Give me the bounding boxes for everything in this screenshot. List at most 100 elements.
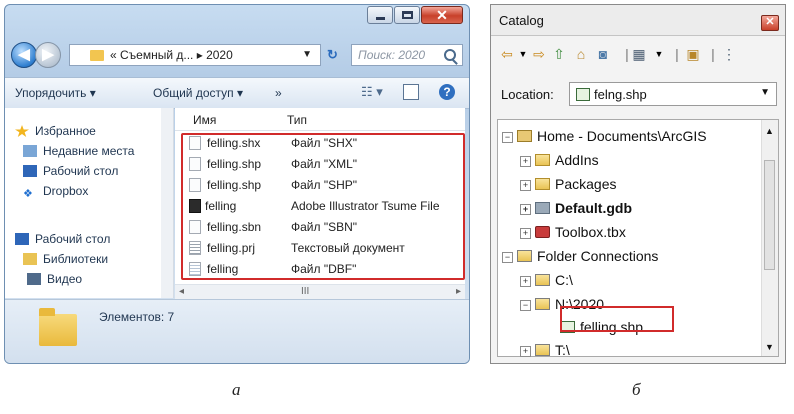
scroll-down-icon[interactable]: ▼ [765,342,774,352]
forward-button[interactable]: ▶ [35,42,61,68]
column-name[interactable]: Имя [193,113,216,127]
scroll-left-icon[interactable]: ◂ [179,286,184,297]
libraries-icon [23,253,37,265]
details-pane: Элементов: 7 [5,299,469,363]
help-icon[interactable]: ? [439,84,455,100]
toggle-tree-icon[interactable]: ⋮ [721,47,737,61]
location-combo[interactable]: felng.shp ▼ [569,82,777,106]
close-icon: ✕ [765,16,775,28]
column-type[interactable]: Тип [287,113,307,127]
forward-arrow-icon: ▶ [42,46,54,63]
node-label: Default.gdb [555,200,632,216]
tree-node-t-drive[interactable]: + T:\ [520,342,570,362]
expand-icon[interactable]: + [520,156,531,167]
folder-icon [535,178,550,190]
preview-pane-icon[interactable] [403,84,419,100]
large-folder-icon [39,308,77,346]
maximize-button[interactable] [394,6,420,24]
search-placeholder: Поиск: 2020 [358,48,426,62]
back-arrow-icon: ◀ [18,46,30,63]
scroll-right-icon[interactable]: ▸ [456,286,461,297]
separator: | [711,46,715,62]
nav-item-favorites[interactable]: Избранное [15,124,96,138]
location-label: Location: [501,87,554,102]
connect-folder-icon[interactable]: ▣ [685,47,701,61]
nav-label: Рабочий стол [35,232,111,246]
separator: | [675,46,679,62]
folder-connection-icon [535,298,550,310]
node-label: C:\ [555,272,573,288]
node-label: Packages [555,176,617,192]
horizontal-scrollbar[interactable]: ◂ III ▸ [175,284,465,299]
view-list-icon[interactable]: ▦ [631,47,647,61]
back-button[interactable]: ◀ [11,42,37,68]
chevron-down-icon[interactable]: ▼ [302,49,312,60]
home-folder-icon [517,130,532,142]
search-icon [444,49,456,61]
tree-node-home[interactable]: − Home - Documents\ArcGIS [502,128,707,148]
close-icon: ✕ [436,7,448,23]
minimize-icon [376,17,385,20]
nav-item-dropbox[interactable]: ❖ Dropbox [23,184,88,200]
catalog-tree: − Home - Documents\ArcGIS + AddIns + Packag… [497,119,779,358]
default-gdb-icon[interactable]: ◙ [595,47,611,61]
up-one-level-icon[interactable]: ⇧ [551,47,567,61]
expand-icon[interactable]: + [520,346,531,357]
collapse-icon[interactable]: − [502,132,513,143]
back-arrow-icon[interactable]: ⇦ [499,47,515,61]
caption-a: а [232,380,241,399]
forward-arrow-icon[interactable]: ⇨ [531,47,547,61]
tree-node-c-drive[interactable]: + C:\ [520,272,573,292]
collapse-icon[interactable]: − [502,252,513,263]
nav-item-libraries[interactable]: Библиотеки [23,252,108,266]
refresh-icon[interactable]: ↻ [327,47,338,63]
organize-menu[interactable]: Упорядочить ▾ [15,86,96,100]
view-dropdown-icon[interactable]: ▼ [651,47,667,61]
expand-icon[interactable]: + [520,204,531,215]
minimize-button[interactable] [367,6,393,24]
chevron-down-icon[interactable]: ▼ [760,87,770,98]
location-bar: Location: felng.shp ▼ [491,77,785,113]
more-commands[interactable]: » [275,86,282,100]
close-button[interactable]: ✕ [421,6,463,24]
search-input[interactable]: Поиск: 2020 [351,44,463,66]
address-row: ◀ ▶ « Съемный д... ▸ 2020 ▼ ↻ Поиск: 202… [11,41,463,69]
scroll-thumb[interactable]: III [301,286,309,297]
scroll-thumb[interactable] [764,160,775,270]
expand-icon[interactable]: + [520,180,531,191]
view-options-icon[interactable]: ☷ ▾ [361,84,383,100]
tree-scrollbar[interactable]: ▲ ▼ [761,120,778,356]
highlight-box [560,306,674,332]
home-folder-icon[interactable]: ⌂ [573,47,589,61]
folder-icon [535,154,550,166]
expand-icon[interactable]: + [520,228,531,239]
node-label: AddIns [555,152,599,168]
address-bar[interactable]: « Съемный д... ▸ 2020 ▼ [69,44,321,66]
node-label: Folder Connections [537,248,659,264]
tree-node-default-gdb[interactable]: + Default.gdb [520,200,632,220]
tree-node-folder-connections[interactable]: − Folder Connections [502,248,658,268]
dropbox-icon: ❖ [23,188,33,200]
tree-node-toolbox[interactable]: + Toolbox.tbx [520,224,626,244]
scroll-up-icon[interactable]: ▲ [765,126,774,136]
item-count: Элементов: 7 [99,310,175,324]
tree-node-addins[interactable]: + AddIns [520,152,599,172]
nav-scrollbar[interactable] [161,108,173,298]
expand-icon[interactable]: + [520,276,531,287]
catalog-title: Catalog [499,13,544,28]
column-header: Имя Тип [175,112,465,131]
nav-item-desktop-root[interactable]: Рабочий стол [15,232,110,246]
chevron-down-icon[interactable]: ▼ [515,47,531,61]
collapse-icon[interactable]: − [520,300,531,311]
nav-item-desktop[interactable]: Рабочий стол [23,164,118,178]
node-label: T:\ [555,342,570,358]
close-button[interactable]: ✕ [761,15,779,31]
nav-item-recent[interactable]: Недавние места [23,144,134,158]
tree-node-packages[interactable]: + Packages [520,176,616,196]
folder-connections-icon [517,250,532,262]
nav-label: Библиотеки [43,252,109,266]
nav-item-video[interactable]: Видео [27,272,82,286]
share-menu[interactable]: Общий доступ ▾ [153,86,243,100]
node-label: Home - Documents\ArcGIS [537,128,707,144]
nav-label: Рабочий стол [43,164,119,178]
